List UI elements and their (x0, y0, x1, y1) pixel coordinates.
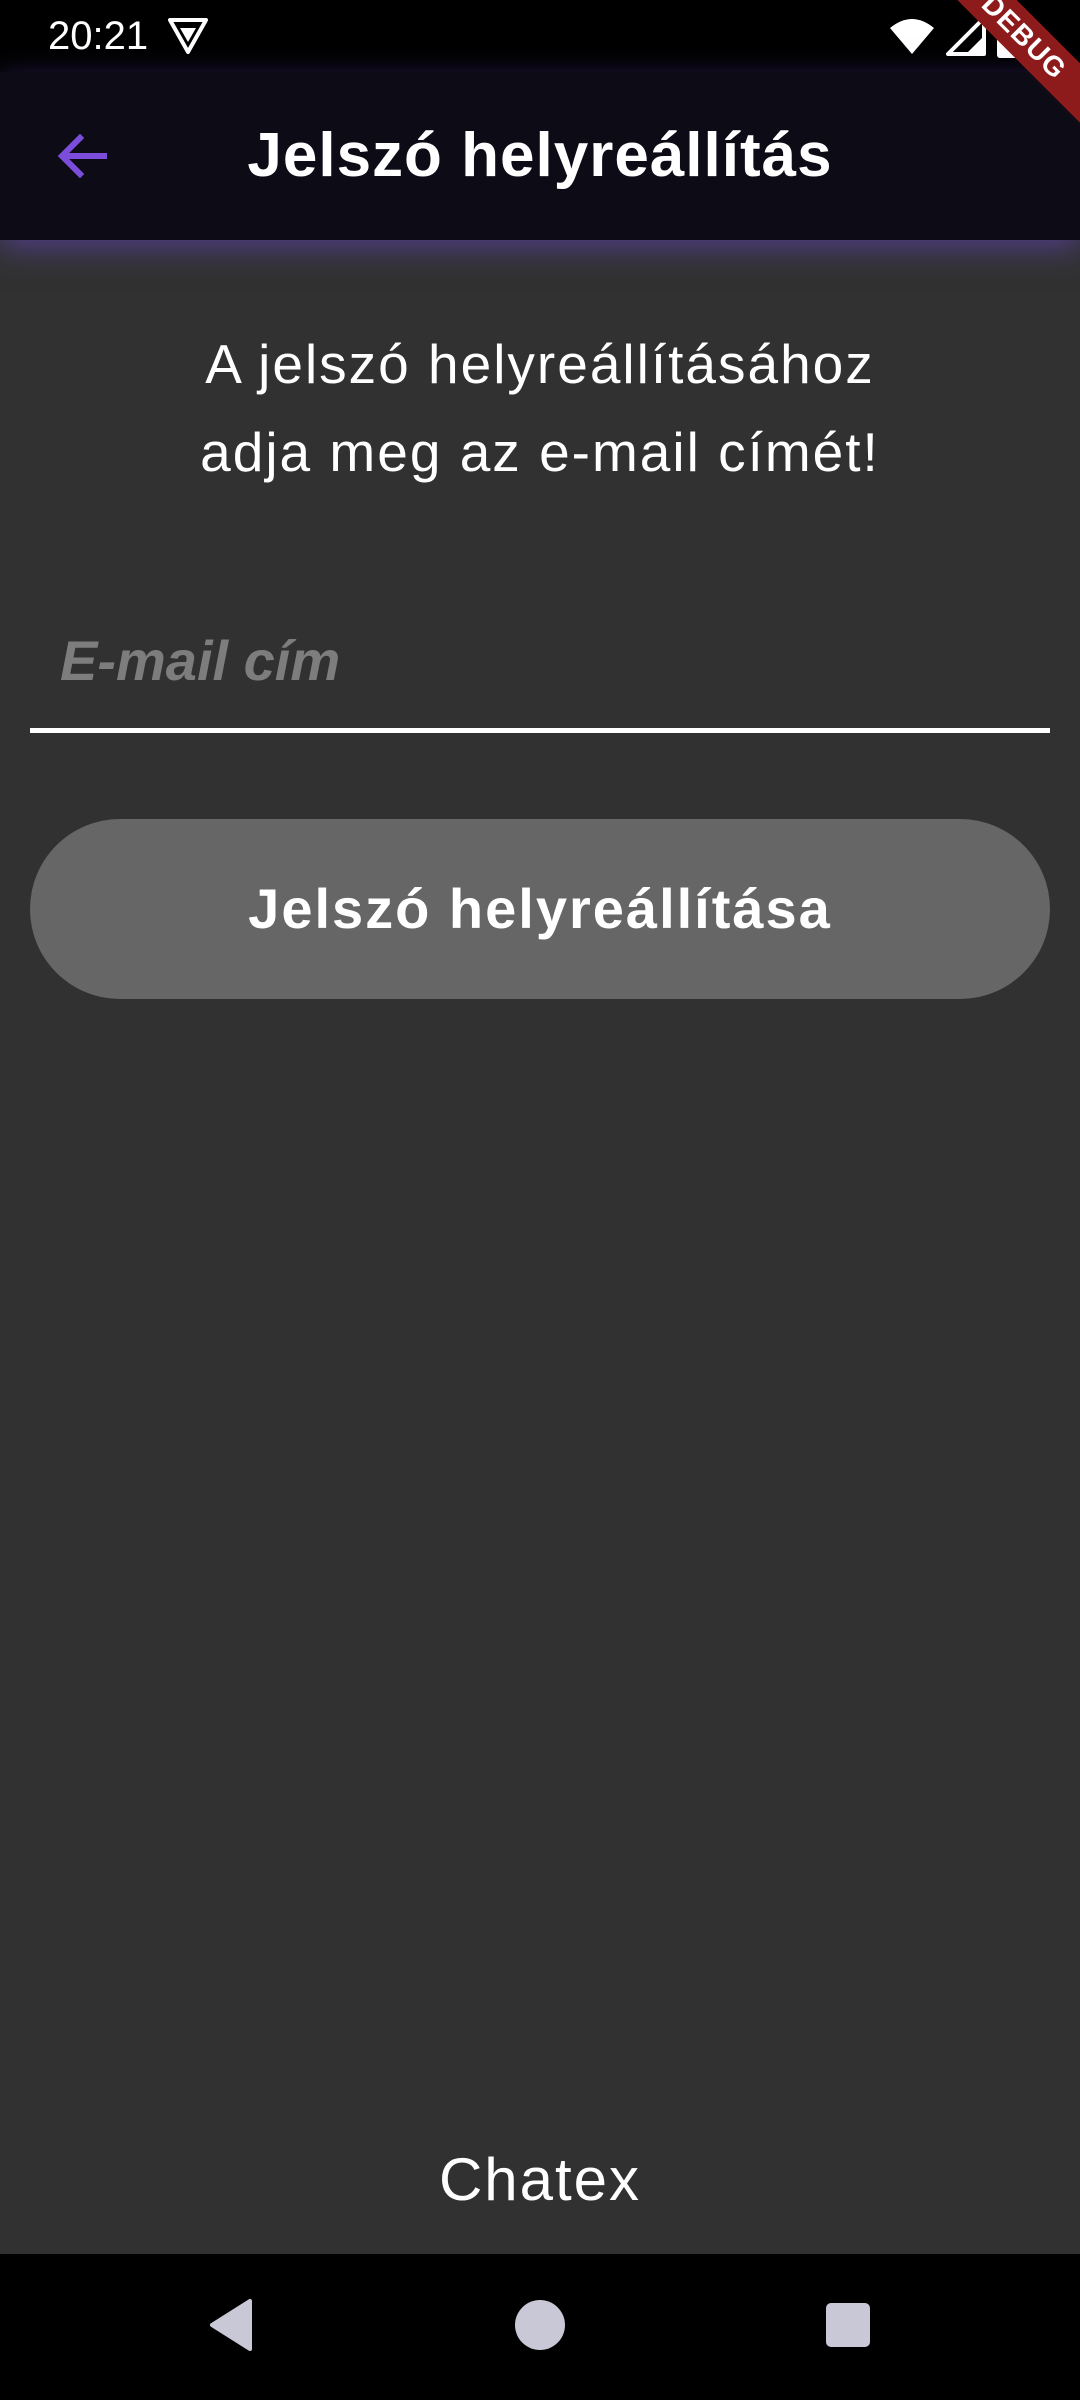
vpn-shield-icon (166, 16, 210, 56)
recents-square-icon (825, 2302, 871, 2353)
reset-password-button[interactable]: Jelszó helyreállítása (30, 819, 1050, 999)
home-circle-icon (514, 2299, 566, 2356)
main-content: A jelszó helyreállításához adja meg az e… (0, 240, 1080, 2254)
nav-recents-button[interactable] (803, 2282, 893, 2372)
email-input[interactable] (30, 610, 1050, 710)
brand-name: Chatex (438, 2146, 642, 2213)
nav-back-button[interactable] (186, 2282, 276, 2372)
status-bar: 20:21 (0, 0, 1080, 72)
status-time: 20:21 (48, 14, 149, 58)
email-field[interactable] (30, 610, 1050, 733)
wifi-icon (888, 16, 936, 56)
nav-home-button[interactable] (495, 2282, 585, 2372)
page-title: Jelszó helyreállítás (247, 121, 833, 190)
app-bar: Jelszó helyreállítás (0, 72, 1080, 240)
instruction-text: A jelszó helyreállításához adja meg az e… (200, 333, 880, 483)
screen: 20:21 DEBUG Jelszó helyreállítás A jelsz… (0, 0, 1080, 2400)
system-nav-bar (0, 2254, 1080, 2400)
back-triangle-icon (206, 2297, 256, 2358)
